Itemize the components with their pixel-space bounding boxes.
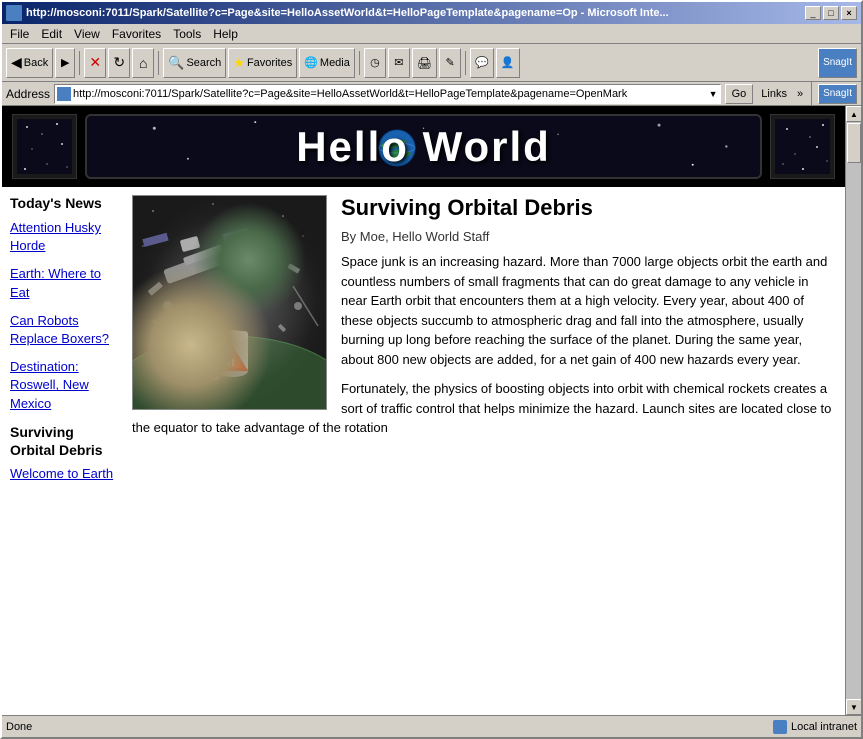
header-title-block: Hello World [85, 114, 762, 179]
back-button[interactable]: ◀ Back [6, 48, 53, 78]
page-content-area: Hello World [2, 106, 861, 715]
favorites-label: Favorites [247, 57, 292, 69]
mail-button[interactable]: ✉ [388, 48, 410, 78]
menu-tools[interactable]: Tools [167, 25, 207, 43]
window-controls: _ □ × [805, 6, 857, 20]
sidebar-current-article: Surviving Orbital Debris [10, 423, 120, 459]
mail-icon: ✉ [394, 56, 403, 69]
search-icon: 🔍 [168, 55, 184, 71]
browser-icon [6, 5, 22, 21]
status-right: Local intranet [773, 720, 857, 734]
stop-icon: ✕ [89, 54, 101, 71]
scroll-thumb[interactable] [847, 123, 861, 163]
forward-button[interactable]: ▶ [55, 48, 75, 78]
main-content: ! [132, 195, 837, 493]
star-icon: ★ [233, 55, 245, 71]
browser-window: http://mosconi:7011/Spark/Satellite?c=Pa… [0, 0, 863, 739]
sidebar-link-earth-eat[interactable]: Earth: Where to Eat [10, 265, 120, 301]
sidebar-section-title: Today's News [10, 195, 120, 211]
snagit-button[interactable]: SnagIt [818, 48, 857, 78]
media-icon: 🌐 [304, 56, 318, 69]
toolbar-separator-3 [359, 51, 360, 75]
discuss-button[interactable]: 💬 [470, 48, 494, 78]
print-button[interactable]: 🖨 [412, 48, 437, 78]
address-dropdown-icon[interactable]: ▼ [709, 89, 718, 99]
back-icon: ◀ [11, 54, 22, 71]
stop-button[interactable]: ✕ [84, 48, 106, 78]
edit-icon: ✎ [446, 56, 455, 69]
menu-favorites[interactable]: Favorites [106, 25, 167, 43]
edit-button[interactable]: ✎ [439, 48, 461, 78]
forward-icon: ▶ [61, 56, 69, 69]
web-content: Hello World [2, 106, 845, 715]
page-favicon [57, 87, 71, 101]
history-icon: ◷ [370, 56, 380, 69]
sidebar-link-destination[interactable]: Destination: Roswell, New Mexico [10, 358, 120, 413]
close-button[interactable]: × [841, 6, 857, 20]
window-title: http://mosconi:7011/Spark/Satellite?c=Pa… [26, 7, 669, 19]
toolbar-separator-4 [465, 51, 466, 75]
menu-bar: File Edit View Favorites Tools Help [2, 24, 861, 44]
go-button[interactable]: Go [725, 84, 754, 104]
menu-view[interactable]: View [68, 25, 106, 43]
search-label: Search [186, 57, 221, 69]
discuss-icon: 💬 [475, 56, 489, 69]
address-input[interactable] [73, 88, 707, 100]
menu-help[interactable]: Help [207, 25, 244, 43]
star-field-left [17, 119, 72, 174]
search-button[interactable]: 🔍 Search [163, 48, 226, 78]
header-image-right [770, 114, 835, 179]
scroll-up-button[interactable]: ▲ [846, 106, 861, 122]
title-bar-left: http://mosconi:7011/Spark/Satellite?c=Pa… [6, 5, 669, 21]
address-separator [811, 82, 812, 106]
scroll-track[interactable] [846, 122, 861, 699]
home-icon: ⌂ [139, 55, 147, 71]
links-label: Links [757, 88, 791, 100]
refresh-button[interactable]: ↻ [108, 48, 130, 78]
refresh-icon: ↻ [113, 54, 125, 71]
messenger-icon: 👤 [501, 56, 515, 69]
svg-text:!: ! [231, 358, 234, 369]
print-icon: 🖨 [417, 56, 432, 70]
site-title: Hello World [296, 123, 551, 171]
links-chevron-icon[interactable]: » [795, 88, 805, 100]
toolbar: ◀ Back ▶ ✕ ↻ ⌂ 🔍 Search ★ Favorites 🌐 Me… [2, 44, 861, 82]
media-button[interactable]: 🌐 Media [299, 48, 355, 78]
scroll-down-button[interactable]: ▼ [846, 699, 861, 715]
address-bar: Address ▼ Go Links » SnagIt [2, 82, 861, 106]
menu-edit[interactable]: Edit [35, 25, 68, 43]
toolbar-separator-1 [79, 51, 80, 75]
media-label: Media [320, 57, 350, 69]
site-body: Today's News Attention Husky Horde Earth… [2, 187, 845, 493]
history-button[interactable]: ◷ [364, 48, 386, 78]
sidebar-link-welcome[interactable]: Welcome to Earth [10, 465, 120, 483]
security-zone: Local intranet [773, 720, 857, 734]
messenger-button[interactable]: 👤 [496, 48, 520, 78]
article-image: ! [132, 195, 327, 410]
menu-file[interactable]: File [4, 25, 35, 43]
title-bar: http://mosconi:7011/Spark/Satellite?c=Pa… [2, 2, 861, 24]
favorites-button[interactable]: ★ Favorites [228, 48, 297, 78]
site-content: Hello World [2, 106, 845, 715]
toolbar-separator-2 [158, 51, 159, 75]
status-text: Done [6, 721, 32, 733]
sidebar-link-robots[interactable]: Can Robots Replace Boxers? [10, 312, 120, 348]
snagit-address-button[interactable]: SnagIt [818, 84, 857, 104]
address-label: Address [6, 87, 50, 101]
space-debris-illustration: ! [133, 196, 327, 410]
home-button[interactable]: ⌂ [132, 48, 154, 78]
site-header: Hello World [2, 106, 845, 187]
back-label: Back [24, 57, 48, 69]
sidebar: Today's News Attention Husky Horde Earth… [10, 195, 120, 493]
address-input-container: ▼ [54, 84, 721, 104]
minimize-button[interactable]: _ [805, 6, 821, 20]
header-image-left [12, 114, 77, 179]
zone-label: Local intranet [791, 721, 857, 733]
vertical-scrollbar: ▲ ▼ [845, 106, 861, 715]
sidebar-link-attention[interactable]: Attention Husky Horde [10, 219, 120, 255]
zone-icon [773, 720, 787, 734]
maximize-button[interactable]: □ [823, 6, 839, 20]
status-bar: Done Local intranet [2, 715, 861, 737]
star-field-right [775, 119, 830, 174]
